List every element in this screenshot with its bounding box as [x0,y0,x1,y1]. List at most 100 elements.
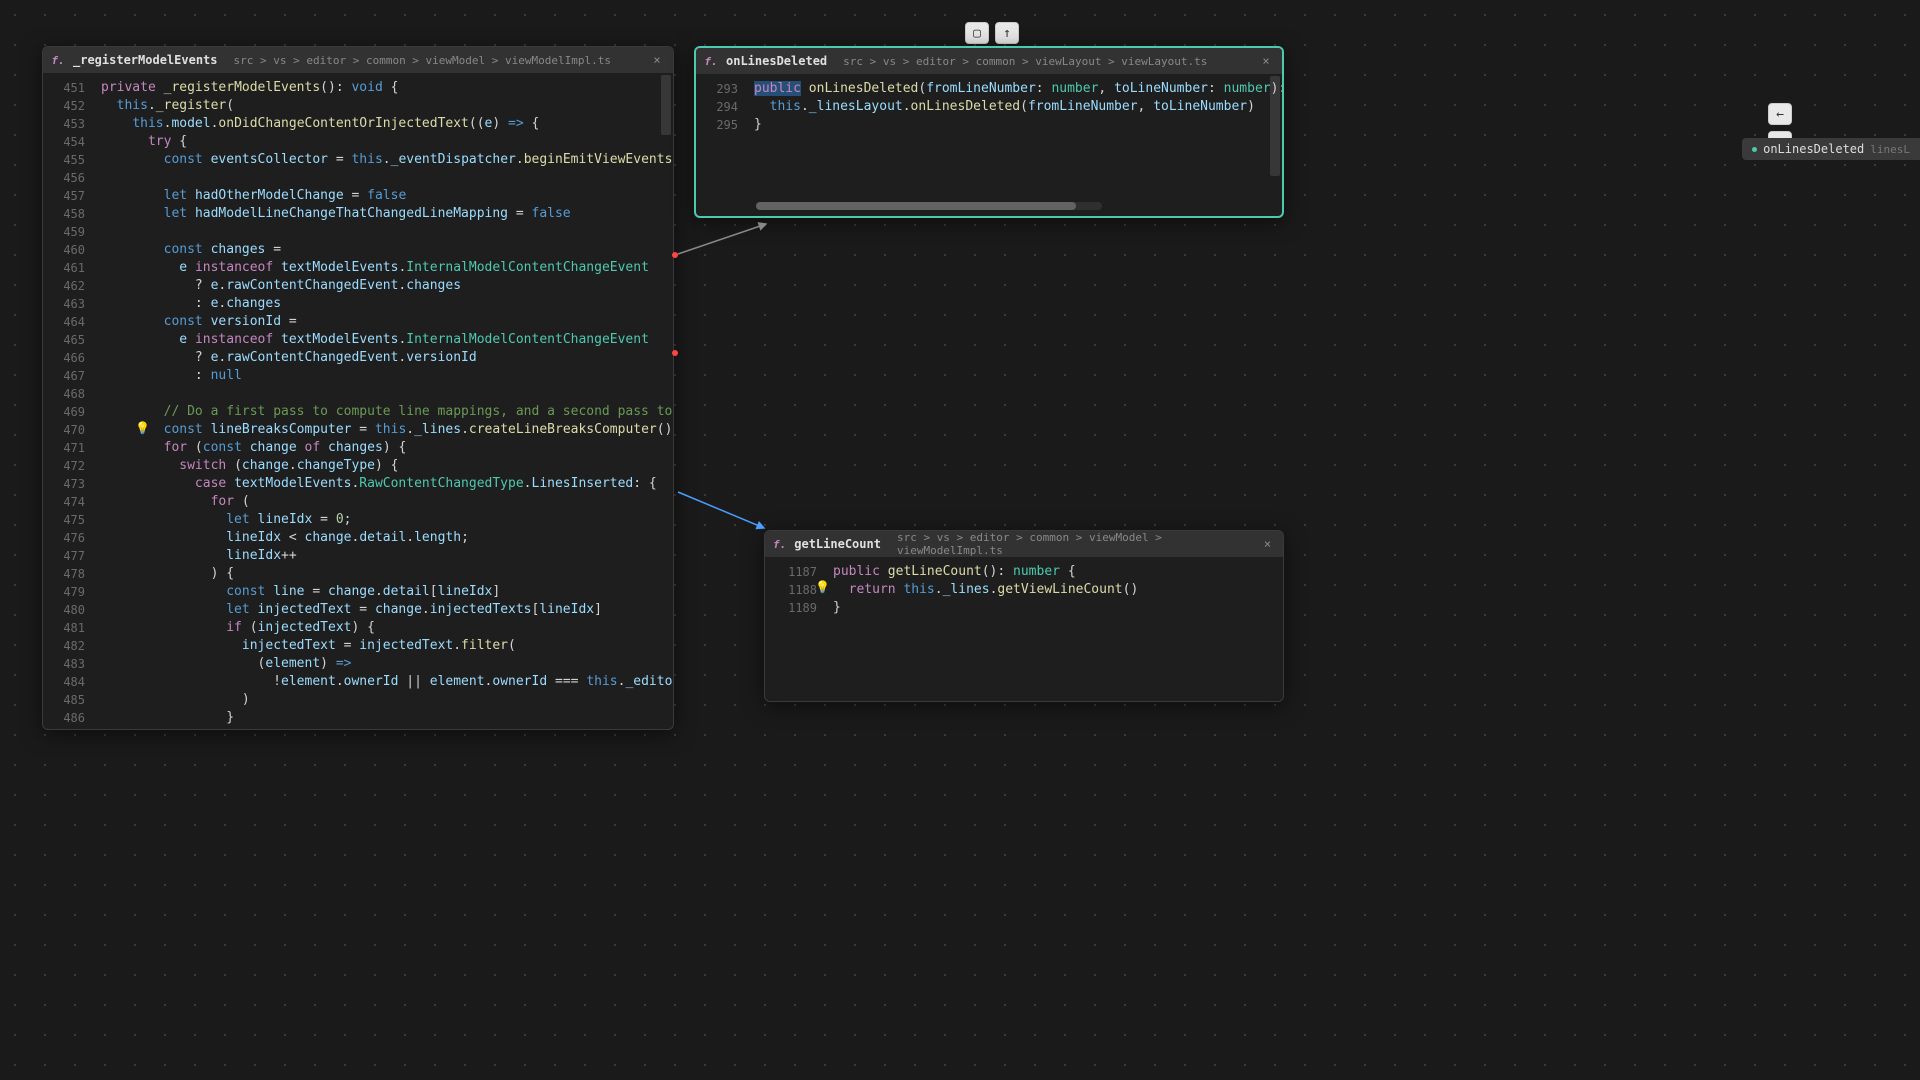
code-line[interactable]: injectedText = injectedText.filter( [101,637,665,655]
line-number: 475 [43,511,85,529]
code-line[interactable]: lineIdx < change.detail.length; [101,529,665,547]
code-line[interactable]: let injectedText = change.injectedTexts[… [101,601,665,619]
titlebar[interactable]: f. getLineCount src > vs > editor > comm… [765,531,1283,557]
panel-register-model-events[interactable]: f. _registerModelEvents src > vs > edito… [42,46,674,730]
code-line[interactable]: return this._lines.getViewLineCount() [833,581,1275,599]
connector-arrow [674,218,774,258]
lightbulb-icon[interactable]: 💡 [815,580,830,594]
code-area[interactable]: 4514524534544554564574584594604614624634… [43,73,673,729]
code-line[interactable]: } [833,599,1275,617]
code-line[interactable]: // Do a first pass to compute line mappi… [101,403,665,421]
line-number: 483 [43,655,85,673]
code-line[interactable]: this._register( [101,97,665,115]
code-line[interactable]: ? e.rawContentChangedEvent.versionId [101,349,665,367]
code-line[interactable]: e instanceof textModelEvents.InternalMod… [101,259,665,277]
code-line[interactable]: const eventsCollector = this._eventDispa… [101,151,665,169]
panel-on-lines-deleted[interactable]: f. onLinesDeleted src > vs > editor > co… [694,46,1284,218]
connection-anchor [672,252,678,258]
breadcrumb[interactable]: src > vs > editor > common > viewModel >… [897,531,1252,557]
scrollbar-thumb[interactable] [756,202,1076,210]
code-line[interactable]: let hadOtherModelChange = false [101,187,665,205]
collapse-button[interactable]: ▢ [965,22,989,44]
line-number: 458 [43,205,85,223]
code-line[interactable]: const line = change.detail[lineIdx] [101,583,665,601]
line-number: 454 [43,133,85,151]
code-line[interactable]: ) [101,691,665,709]
close-icon[interactable]: × [1260,536,1275,552]
line-number: 1188 [765,581,817,599]
code-line[interactable]: const versionId = [101,313,665,331]
connector-arrow [674,490,774,535]
line-number: 469 [43,403,85,421]
line-number: 294 [696,98,738,116]
code-line[interactable]: : e.changes [101,295,665,313]
code-line[interactable] [101,385,665,403]
line-number: 477 [43,547,85,565]
line-number: 476 [43,529,85,547]
code-line[interactable]: this.model.onDidChangeContentOrInjectedT… [101,115,665,133]
code-line[interactable]: e instanceof textModelEvents.InternalMod… [101,331,665,349]
code-line[interactable]: case textModelEvents.RawContentChangedTy… [101,475,665,493]
code-content[interactable]: private _registerModelEvents(): void { t… [93,73,673,729]
top-toolbar: ▢ ↑ [965,22,1019,44]
code-line[interactable]: (element) => [101,655,665,673]
code-line[interactable]: for ( [101,493,665,511]
line-number: 457 [43,187,85,205]
horizontal-scrollbar[interactable] [756,202,1102,210]
titlebar[interactable]: f. _registerModelEvents src > vs > edito… [43,47,673,73]
breadcrumb[interactable]: src > vs > editor > common > viewModel >… [234,54,612,67]
code-area[interactable]: 118711881189 public getLineCount(): numb… [765,557,1283,701]
breadcrumb[interactable]: src > vs > editor > common > viewLayout … [843,55,1207,68]
code-line[interactable]: private _registerModelEvents(): void { [101,79,665,97]
code-line[interactable]: public onLinesDeleted(fromLineNumber: nu… [754,80,1274,98]
panel-get-line-count[interactable]: f. getLineCount src > vs > editor > comm… [764,530,1284,702]
titlebar[interactable]: f. onLinesDeleted src > vs > editor > co… [696,48,1282,74]
line-number: 473 [43,475,85,493]
code-content[interactable]: public getLineCount(): number { return t… [825,557,1283,701]
back-button[interactable]: ← [1768,103,1792,125]
minimap[interactable] [1270,76,1280,176]
code-line[interactable]: this._linesLayout.onLinesDeleted(fromLin… [754,98,1274,116]
line-number: 472 [43,457,85,475]
code-line[interactable]: } [101,709,665,727]
line-number-gutter: 118711881189 [765,557,825,701]
line-number: 486 [43,709,85,727]
code-line[interactable]: } [754,116,1274,134]
code-line[interactable]: !element.ownerId || element.ownerId === … [101,673,665,691]
code-line[interactable]: const changes = [101,241,665,259]
line-number: 462 [43,277,85,295]
code-line[interactable]: lineIdx++ [101,547,665,565]
code-line[interactable]: ? e.rawContentChangedEvent.changes [101,277,665,295]
code-line[interactable] [101,169,665,187]
code-line[interactable]: : null [101,367,665,385]
code-line[interactable]: for (const change of changes) { [101,439,665,457]
code-line[interactable]: let lineIdx = 0; [101,511,665,529]
function-icon: f. [51,53,65,67]
code-content[interactable]: public onLinesDeleted(fromLineNumber: nu… [746,74,1282,216]
code-line[interactable]: ) { [101,565,665,583]
line-number: 293 [696,80,738,98]
lightbulb-icon[interactable]: 💡 [135,421,150,435]
code-line[interactable]: lineBreaksComputer.addRequest(line, inje… [101,727,665,729]
code-line[interactable] [101,223,665,241]
line-number: 295 [696,116,738,134]
up-button[interactable]: ↑ [995,22,1019,44]
line-number: 460 [43,241,85,259]
code-line[interactable]: try { [101,133,665,151]
code-line[interactable]: switch (change.changeType) { [101,457,665,475]
status-dot [1752,147,1757,152]
line-number: 479 [43,583,85,601]
code-line[interactable]: public getLineCount(): number { [833,563,1275,581]
side-tooltip: onLinesDeleted linesL [1742,138,1920,160]
minimap[interactable] [661,75,671,135]
code-line[interactable]: let hadModelLineChangeThatChangedLineMap… [101,205,665,223]
code-line[interactable]: if (injectedText) { [101,619,665,637]
tooltip-label: onLinesDeleted [1763,142,1864,156]
close-icon[interactable]: × [649,52,665,68]
code-line[interactable]: const lineBreaksComputer = this._lines.c… [101,421,665,439]
close-icon[interactable]: × [1258,53,1274,69]
line-number-gutter: 293294295 [696,74,746,216]
line-number: 471 [43,439,85,457]
line-number: 485 [43,691,85,709]
code-area[interactable]: 293294295 public onLinesDeleted(fromLine… [696,74,1282,216]
